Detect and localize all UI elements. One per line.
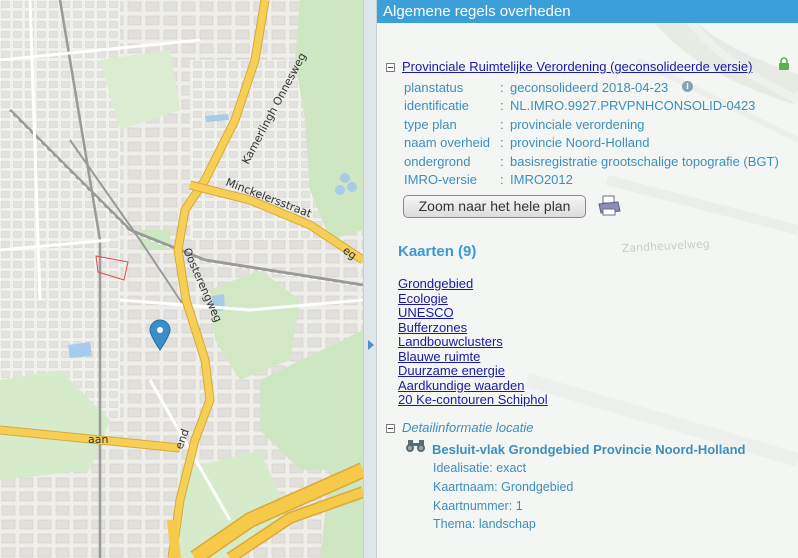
plan-title-link[interactable]: Provinciale Ruimtelijke Verordening (gec…: [402, 59, 752, 74]
property-separator: :: [500, 154, 504, 169]
property-separator: :: [500, 98, 504, 113]
property-key: identificatie: [404, 98, 470, 113]
property-separator: :: [500, 172, 504, 187]
lock-icon: [779, 57, 789, 70]
map-link-bufferzones[interactable]: Bufferzones: [398, 320, 467, 335]
property-row: naam overheid: provincie Noord-Holland: [404, 135, 649, 150]
maps-section-heading: Kaarten (9): [398, 243, 477, 260]
printer-icon[interactable]: [596, 195, 622, 217]
map-link-aardkundige-waarden[interactable]: Aardkundige waarden: [398, 378, 524, 393]
property-value: IMRO2012: [510, 172, 573, 187]
property-row: planstatus: geconsolideerd 2018-04-23: [404, 80, 668, 95]
property-value: provincie Noord-Holland: [510, 135, 650, 150]
map-canvas[interactable]: Kamerlingh Onnesweg Minckelersstraat Oos…: [0, 0, 363, 558]
besluit-title: Besluit-vlak Grondgebied Provincie Noord…: [432, 442, 746, 457]
detail-row: Kaartnaam: Grondgebied: [433, 480, 574, 494]
map-link-unesco[interactable]: UNESCO: [398, 305, 454, 320]
property-value: basisregistratie grootschalige topografi…: [510, 154, 779, 169]
property-key: type plan: [404, 117, 457, 132]
map-view[interactable]: Kamerlingh Onnesweg Minckelersstraat Oos…: [0, 0, 363, 558]
info-icon[interactable]: i: [682, 81, 693, 92]
binoculars-icon: [406, 440, 425, 452]
property-row: ondergrond: basisregistratie grootschalig…: [404, 154, 779, 169]
property-key: ondergrond: [404, 154, 471, 169]
property-value: NL.IMRO.9927.PRVPNHCONSOLID-0423: [510, 98, 756, 113]
property-value: provinciale verordening: [510, 117, 645, 132]
map-link-duurzame-energie[interactable]: Duurzame energie: [398, 363, 505, 378]
property-key: IMRO-versie: [404, 172, 477, 187]
detail-value: landschap: [478, 517, 536, 531]
panel-title: Algemene regels overheden: [377, 0, 798, 23]
map-link-landbouwclusters[interactable]: Landbouwclusters: [398, 334, 503, 349]
zoom-to-plan-button[interactable]: Zoom naar het hele plan: [403, 195, 586, 218]
property-row: identificatie: NL.IMRO.9927.PRVPNHCONSOLI…: [404, 98, 755, 113]
property-value: geconsolideerd 2018-04-23: [510, 80, 669, 95]
property-separator: :: [500, 135, 504, 150]
property-key: naam overheid: [404, 135, 490, 150]
collapse-arrow-icon[interactable]: [368, 340, 374, 350]
detail-key: Kaartnummer: [433, 499, 509, 513]
property-separator: :: [500, 80, 504, 95]
detail-section-heading: Detailinformatie locatie: [402, 420, 534, 435]
collapse-plan-icon[interactable]: [386, 63, 395, 72]
map-link-blauwe-ruimte[interactable]: Blauwe ruimte: [398, 349, 480, 364]
info-panel: Zandheuvelweg Algemene regels overheden …: [377, 0, 798, 558]
detail-row: Kaartnummer: 1: [433, 499, 523, 513]
property-row: type plan: provinciale verordening: [404, 117, 644, 132]
detail-value: exact: [496, 461, 527, 475]
detail-key: Idealisatie: [433, 461, 490, 475]
detail-value: 1: [515, 499, 523, 513]
detail-row: Thema: landschap: [433, 517, 536, 531]
detail-value: Grondgebied: [501, 480, 574, 494]
property-separator: :: [500, 117, 504, 132]
map-link-ecologie[interactable]: Ecologie: [398, 291, 448, 306]
map-link-grondgebied[interactable]: Grondgebied: [398, 276, 473, 291]
map-link-ke-contouren-schiphol[interactable]: 20 Ke-contouren Schiphol: [398, 392, 548, 407]
panel-splitter[interactable]: [363, 0, 377, 558]
panel-content: Provinciale Ruimtelijke Verordening (gec…: [377, 23, 798, 558]
property-row: IMRO-versie: IMRO2012: [404, 172, 573, 187]
property-key: planstatus: [404, 80, 464, 95]
street-label-fragment-aan: aan: [88, 433, 108, 446]
detail-row: Idealisatie: exact: [433, 461, 527, 475]
detail-key: Thema: [433, 517, 472, 531]
collapse-detail-icon[interactable]: [386, 424, 395, 433]
detail-key: Kaartnaam: [433, 480, 495, 494]
